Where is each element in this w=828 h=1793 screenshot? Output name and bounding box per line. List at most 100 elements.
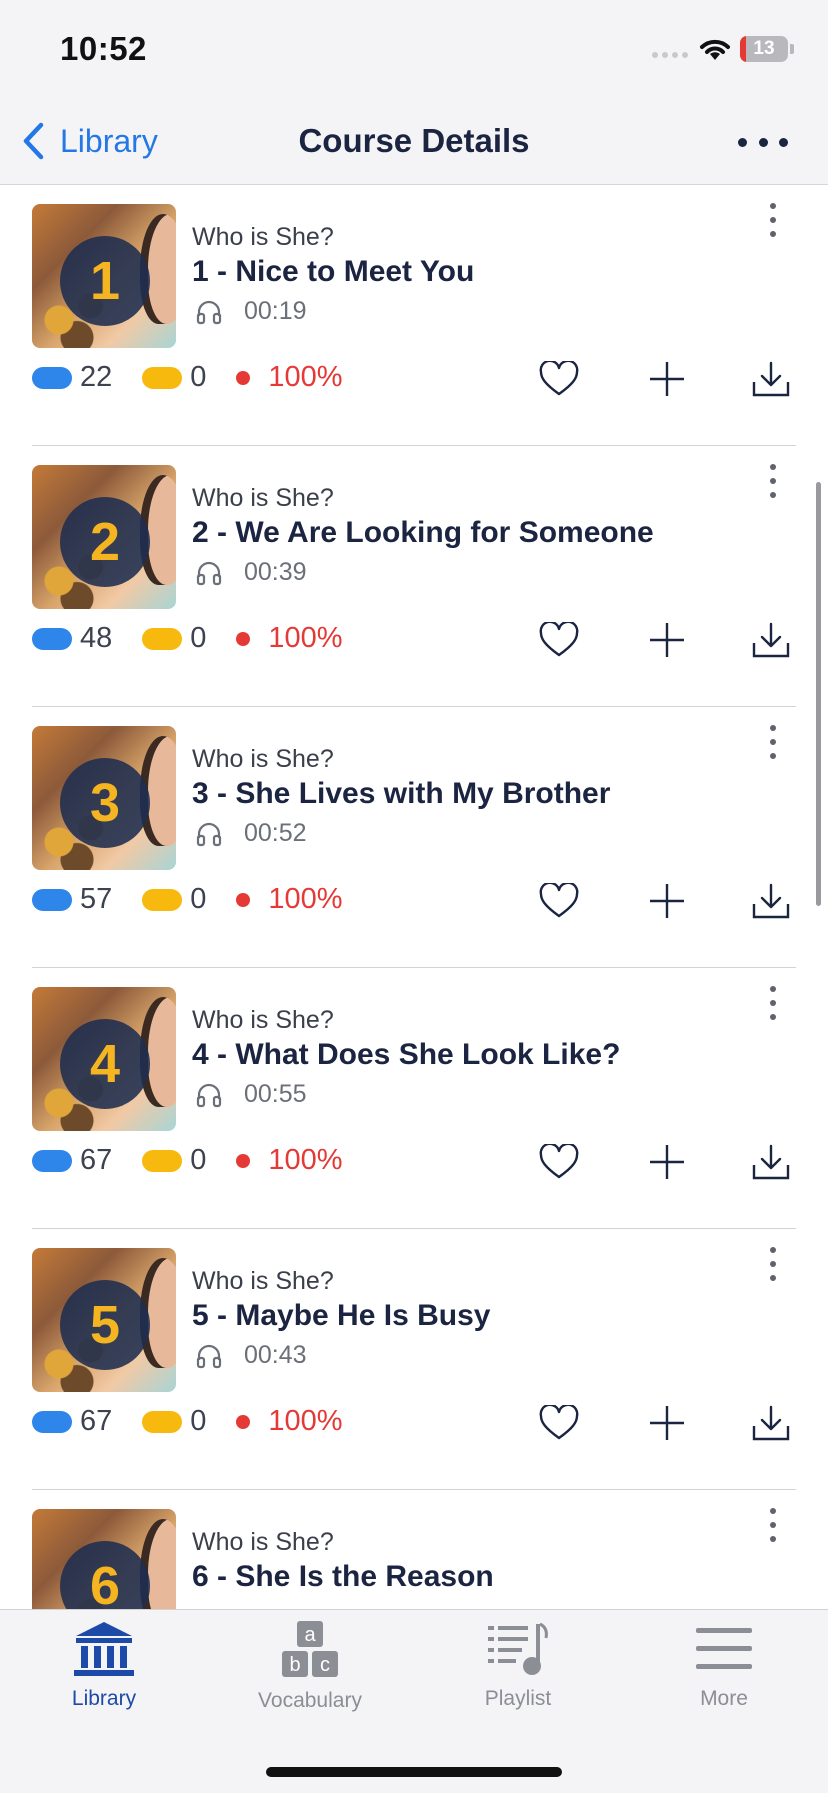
heart-icon: [539, 1405, 579, 1440]
blue-pill-icon: [32, 1410, 72, 1433]
wifi-icon: [700, 39, 730, 60]
lesson-row[interactable]: 2 Who is She? 2 - We Are Looking for Som…: [0, 446, 828, 707]
add-to-playlist-button[interactable]: [645, 1401, 689, 1445]
yellow-count: 0: [190, 883, 207, 915]
lesson-duration: 00:19: [196, 297, 307, 326]
download-button[interactable]: [749, 1140, 793, 1184]
add-to-playlist-button[interactable]: [645, 1140, 689, 1184]
blue-pill-icon: [32, 888, 72, 911]
svg-text:b: b: [289, 1654, 300, 1676]
lesson-row[interactable]: 3 Who is She? 3 - She Lives with My Brot…: [0, 707, 828, 968]
battery-icon: 13: [740, 36, 788, 62]
tab-playlist[interactable]: Playlist: [428, 1620, 608, 1711]
lesson-stats: 67 0 100%: [32, 1144, 373, 1177]
lesson-row[interactable]: 5 Who is She? 5 - Maybe He Is Busy 00:43…: [0, 1229, 828, 1490]
lesson-title[interactable]: 4 - What Does She Look Like?: [192, 1038, 620, 1072]
progress-percent: 100%: [268, 1144, 343, 1176]
favorite-button[interactable]: [537, 618, 581, 662]
duration-text: 00:52: [244, 819, 307, 847]
favorite-button[interactable]: [537, 879, 581, 923]
favorite-button[interactable]: [537, 1140, 581, 1184]
yellow-count: 0: [190, 361, 207, 393]
lesson-title[interactable]: 3 - She Lives with My Brother: [192, 777, 610, 811]
blue-count: 67: [80, 1405, 113, 1437]
more-options-button[interactable]: [738, 122, 788, 162]
lesson-options-button[interactable]: [766, 986, 780, 1020]
download-button[interactable]: [749, 879, 793, 923]
lesson-options-button[interactable]: [766, 725, 780, 759]
blue-count: 22: [80, 361, 113, 393]
lesson-thumbnail: 3: [32, 726, 176, 870]
download-icon: [752, 1405, 790, 1441]
lesson-row[interactable]: 6 Who is She? 6 - She Is the Reason: [0, 1490, 828, 1609]
tab-playlist-label: Playlist: [484, 1687, 552, 1710]
add-to-playlist-button[interactable]: [645, 879, 689, 923]
progress-dot-icon: [236, 1414, 251, 1429]
lesson-row[interactable]: 1 Who is She? 1 - Nice to Meet You 00:19…: [0, 185, 828, 446]
tab-vocabulary[interactable]: a b c Vocabulary: [220, 1620, 400, 1713]
page-title: Course Details: [298, 122, 530, 159]
lesson-number-badge: 2: [60, 497, 150, 587]
lesson-thumbnail: 5: [32, 1248, 176, 1392]
download-button[interactable]: [749, 357, 793, 401]
blue-count: 57: [80, 883, 113, 915]
progress-dot-icon: [236, 370, 251, 385]
lesson-row[interactable]: 4 Who is She? 4 - What Does She Look Lik…: [0, 968, 828, 1229]
lesson-thumbnail: 2: [32, 465, 176, 609]
tab-more-label: More: [700, 1687, 748, 1710]
lesson-number-badge: 4: [60, 1019, 150, 1109]
progress-percent: 100%: [268, 361, 343, 393]
lesson-options-button[interactable]: [766, 464, 780, 498]
lesson-number-badge: 1: [60, 236, 150, 326]
lesson-options-button[interactable]: [766, 203, 780, 237]
lesson-duration: 00:52: [196, 819, 307, 848]
progress-dot-icon: [236, 631, 251, 646]
duration-text: 00:19: [244, 297, 307, 325]
playlist-icon: [488, 1622, 548, 1675]
download-button[interactable]: [749, 618, 793, 662]
lesson-course-name: Who is She?: [192, 223, 334, 251]
yellow-count: 0: [190, 1144, 207, 1176]
duration-text: 00:55: [244, 1080, 307, 1108]
lesson-title[interactable]: 1 - Nice to Meet You: [192, 255, 474, 289]
lesson-title[interactable]: 5 - Maybe He Is Busy: [192, 1299, 490, 1333]
add-to-playlist-button[interactable]: [645, 618, 689, 662]
favorite-button[interactable]: [537, 357, 581, 401]
plus-icon: [650, 623, 684, 657]
download-button[interactable]: [749, 1401, 793, 1445]
tab-library[interactable]: Library: [14, 1620, 194, 1711]
heart-icon: [539, 883, 579, 918]
blue-pill-icon: [32, 366, 72, 389]
scrollbar[interactable]: [816, 482, 821, 906]
add-to-playlist-button[interactable]: [645, 357, 689, 401]
lesson-title[interactable]: 6 - She Is the Reason: [192, 1560, 494, 1594]
vocabulary-icon: a b c: [282, 1621, 338, 1677]
favorite-button[interactable]: [537, 1401, 581, 1445]
yellow-count: 0: [190, 1405, 207, 1437]
cellular-signal-icon: [652, 52, 688, 58]
headphones-icon: [196, 822, 222, 846]
lesson-title[interactable]: 2 - We Are Looking for Someone: [192, 516, 654, 550]
lesson-options-button[interactable]: [766, 1247, 780, 1281]
heart-icon: [539, 1144, 579, 1179]
download-icon: [752, 361, 790, 397]
heart-icon: [539, 622, 579, 657]
lesson-thumbnail: 4: [32, 987, 176, 1131]
yellow-pill-icon: [142, 1149, 183, 1172]
plus-icon: [650, 1145, 684, 1179]
lesson-stats: 48 0 100%: [32, 622, 373, 655]
yellow-pill-icon: [142, 888, 183, 911]
lesson-list[interactable]: 1 Who is She? 1 - Nice to Meet You 00:19…: [0, 185, 828, 1609]
plus-icon: [650, 362, 684, 396]
lesson-number-badge: 5: [60, 1280, 150, 1370]
home-indicator: [266, 1767, 562, 1777]
yellow-count: 0: [190, 622, 207, 654]
duration-text: 00:43: [244, 1341, 307, 1369]
plus-icon: [650, 1406, 684, 1440]
lesson-course-name: Who is She?: [192, 1006, 334, 1034]
blue-count: 67: [80, 1144, 113, 1176]
status-time: 10:52: [60, 30, 147, 67]
lesson-options-button[interactable]: [766, 1508, 780, 1542]
tab-more[interactable]: More: [634, 1620, 814, 1711]
battery-percent: 13: [753, 38, 775, 59]
